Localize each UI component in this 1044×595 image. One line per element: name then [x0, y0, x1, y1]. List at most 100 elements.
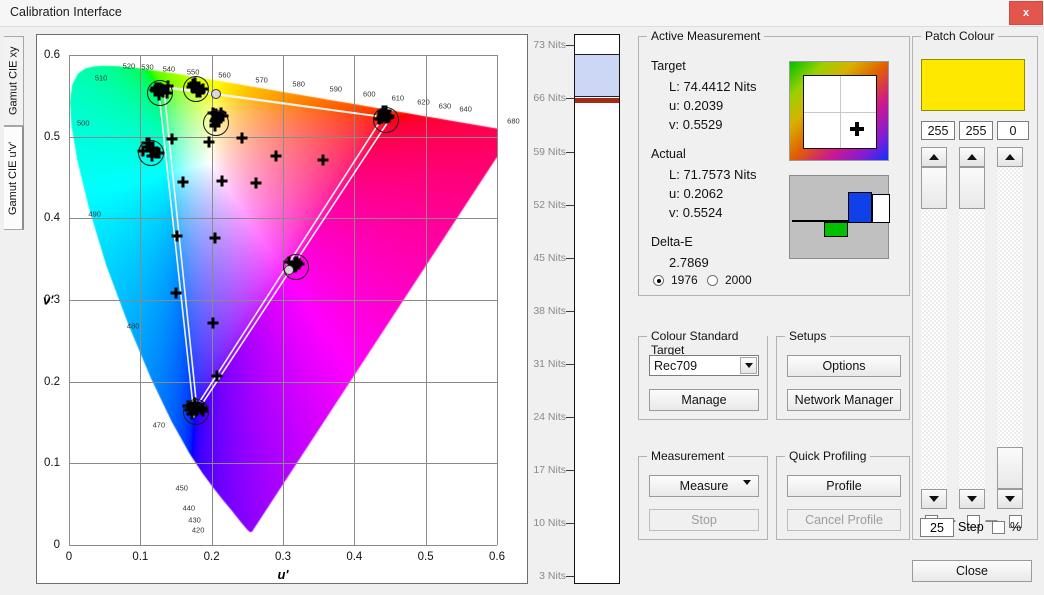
- blue-slider-thumb[interactable]: [997, 447, 1023, 489]
- blue-value-field[interactable]: 0: [997, 121, 1029, 140]
- y-tick-label: 0.4: [44, 212, 60, 224]
- active-measurement-group: Active Measurement Target L: 74.4412 Nit…: [638, 36, 910, 296]
- nits-label: 10 Nits: [533, 517, 566, 529]
- profile-button[interactable]: Profile: [787, 475, 901, 497]
- patch-colour-title: Patch Colour: [921, 29, 998, 43]
- delta-e-blue-bar: [848, 192, 872, 223]
- actual-v: v: 0.5524: [669, 205, 723, 220]
- network-manager-button[interactable]: Network Manager: [787, 389, 901, 411]
- radio-delta-2000[interactable]: [707, 275, 718, 286]
- chromaticity-chart-panel[interactable]: 6806406306206106005905805705605505405305…: [36, 34, 528, 584]
- radio-delta-1976-label: 1976: [671, 273, 698, 287]
- radio-delta-1976[interactable]: [653, 275, 664, 286]
- green-slider-down-icon[interactable]: [959, 489, 985, 509]
- patch-colour-group: Patch Colour 255 255 0 ---- ----: [912, 36, 1038, 540]
- manage-button[interactable]: Manage: [649, 389, 759, 411]
- nits-label: 45 Nits: [533, 252, 566, 264]
- gridline-vertical: [497, 55, 498, 545]
- setups-title: Setups: [785, 329, 830, 343]
- nits-tick: [566, 523, 574, 524]
- measurement-marker: [178, 177, 189, 188]
- red-slider[interactable]: [921, 147, 947, 509]
- active-measurement-title: Active Measurement: [647, 29, 764, 43]
- actual-luminance: L: 71.7573 Nits: [669, 167, 756, 182]
- y-tick-label: 0.6: [44, 49, 60, 61]
- cluster-target-circle: [183, 399, 209, 425]
- green-slider[interactable]: [959, 147, 985, 509]
- red-slider-up-icon[interactable]: [921, 147, 947, 167]
- percent-checkbox[interactable]: [992, 521, 1005, 534]
- nits-tick: [566, 152, 574, 153]
- red-slider-thumb[interactable]: [921, 167, 947, 209]
- target-luminance: L: 74.4412 Nits: [669, 79, 756, 94]
- caret-down-icon[interactable]: [743, 485, 751, 499]
- actual-heading: Actual: [651, 147, 686, 161]
- measurement-marker: [171, 288, 182, 299]
- measurement-marker: [216, 175, 227, 186]
- tab-gamut-cie-uv[interactable]: Gamut CIE u'v': [4, 126, 24, 230]
- cancel-profile-button: Cancel Profile: [787, 509, 901, 531]
- measure-button[interactable]: Measure: [649, 475, 759, 497]
- x-tick-label: 0.6: [489, 551, 505, 563]
- luminance-scale-panel: 73 Nits66 Nits59 Nits52 Nits45 Nits38 Ni…: [536, 34, 638, 584]
- close-icon[interactable]: x: [1009, 1, 1043, 25]
- nits-label: 66 Nits: [533, 92, 566, 104]
- blue-slider-down-icon[interactable]: [997, 489, 1023, 509]
- options-button[interactable]: Options: [787, 355, 901, 377]
- x-tick-label: 0.1: [132, 551, 148, 563]
- window-titlebar: Calibration Interface x: [0, 0, 1044, 27]
- cluster-target-circle: [373, 107, 399, 133]
- nits-tick: [566, 45, 574, 46]
- window-title: Calibration Interface: [10, 5, 122, 19]
- nits-tick: [566, 417, 574, 418]
- secondary-point-marker: [284, 265, 294, 275]
- step-value-field[interactable]: 25: [920, 518, 954, 537]
- chevron-down-icon[interactable]: [740, 357, 757, 374]
- chromaticity-pad-icon[interactable]: [789, 61, 889, 161]
- nits-tick: [566, 98, 574, 99]
- delta-e-value: 2.7869: [669, 255, 709, 270]
- red-value-field[interactable]: 255: [921, 121, 955, 140]
- luminance-target-band: [575, 54, 619, 97]
- blue-slider-track[interactable]: [997, 167, 1023, 489]
- x-tick-label: 0.5: [418, 551, 434, 563]
- cluster-target-circle: [147, 80, 173, 106]
- delta-e-white-bar: [872, 194, 890, 223]
- measurement-marker: [270, 151, 281, 162]
- measurement-marker: [237, 133, 248, 144]
- tab-gamut-cie-xy[interactable]: Gamut CIE xy: [4, 36, 24, 126]
- stop-button: Stop: [649, 509, 759, 531]
- x-tick-label: 0: [66, 551, 72, 563]
- green-slider-up-icon[interactable]: [959, 147, 985, 167]
- white-point-marker: [211, 89, 221, 99]
- y-tick-label: 0.1: [44, 457, 60, 469]
- setups-group: Setups Options Network Manager: [776, 336, 910, 420]
- target-u: u: 0.2039: [669, 98, 723, 113]
- chromaticity-plot[interactable]: 6806406306206106005905805705605505405305…: [69, 55, 497, 545]
- nits-tick: [566, 258, 574, 259]
- blue-slider[interactable]: [997, 147, 1023, 509]
- crosshair-icon: [850, 122, 864, 136]
- nits-label: 24 Nits: [533, 411, 566, 423]
- y-tick-label: 0: [54, 539, 60, 551]
- actual-u: u: 0.2062: [669, 186, 723, 201]
- green-slider-thumb[interactable]: [959, 167, 985, 209]
- green-value-field[interactable]: 255: [959, 121, 993, 140]
- green-slider-track[interactable]: [959, 167, 985, 489]
- measurement-marker: [210, 232, 221, 243]
- red-slider-track[interactable]: [921, 167, 947, 489]
- step-label: Step: [958, 520, 984, 534]
- colour-standard-target-group: Colour Standard Target Rec709 Manage: [638, 336, 768, 420]
- nits-tick: [566, 470, 574, 471]
- gamut-triangle: [164, 88, 383, 407]
- target-v: v: 0.5529: [669, 117, 723, 132]
- red-slider-down-icon[interactable]: [921, 489, 947, 509]
- cluster-target-circle: [138, 140, 164, 166]
- colour-standard-select[interactable]: Rec709: [649, 355, 759, 376]
- close-button[interactable]: Close: [912, 560, 1032, 582]
- gridline-horizontal: [69, 545, 497, 546]
- measurement-marker: [172, 231, 183, 242]
- colour-standard-target-title: Colour Standard Target: [647, 329, 767, 357]
- measurement-title: Measurement: [647, 449, 728, 463]
- blue-slider-up-icon[interactable]: [997, 147, 1023, 167]
